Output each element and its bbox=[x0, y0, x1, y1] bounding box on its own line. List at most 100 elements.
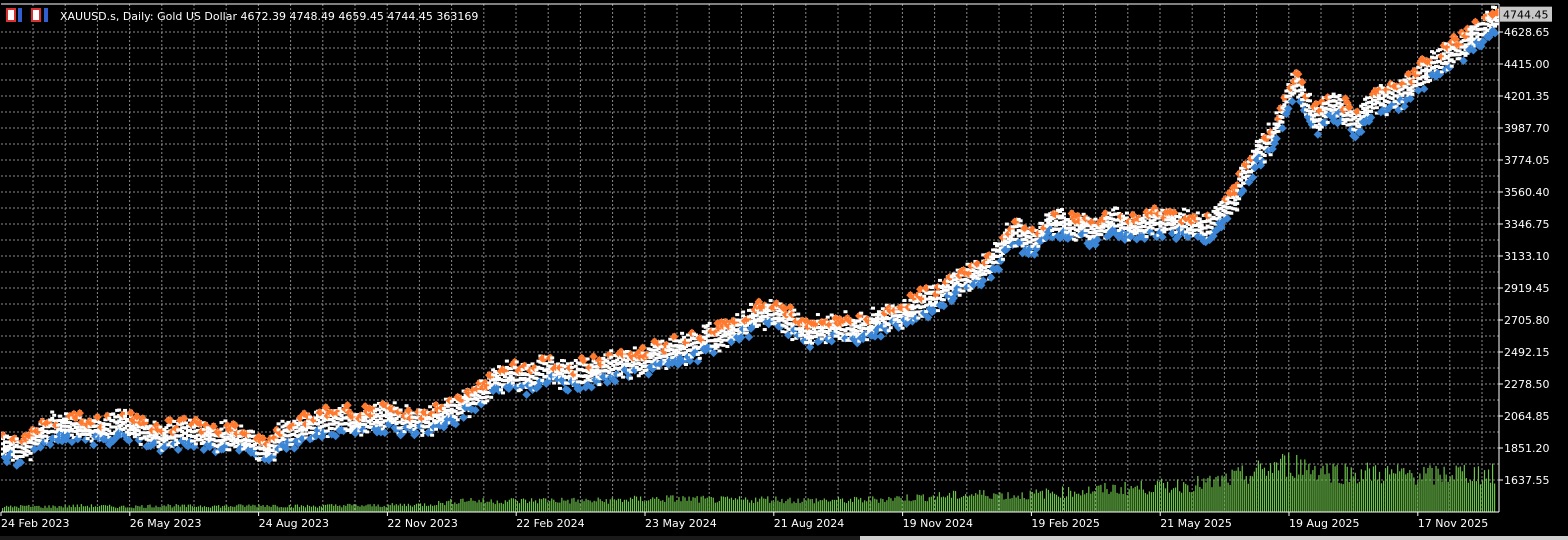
volume-bar bbox=[195, 506, 198, 512]
volume-bar bbox=[1344, 463, 1346, 512]
price-marker-body bbox=[1239, 178, 1244, 182]
price-marker-body bbox=[1237, 197, 1242, 201]
price-marker-body bbox=[191, 439, 196, 443]
volume-bar bbox=[482, 498, 484, 512]
volume-bar bbox=[738, 496, 741, 512]
volume-bar bbox=[1326, 463, 1328, 512]
volume-bar bbox=[1366, 462, 1369, 512]
price-marker-body bbox=[1365, 96, 1370, 100]
volume-bar bbox=[1376, 479, 1379, 512]
volume-bar bbox=[498, 503, 500, 512]
price-marker-body bbox=[1185, 209, 1190, 213]
volume-bar bbox=[320, 506, 323, 512]
volume-bar bbox=[1457, 467, 1459, 512]
volume-bar bbox=[1061, 486, 1064, 512]
volume-bar bbox=[1241, 465, 1243, 512]
volume-bar bbox=[1156, 480, 1159, 512]
volume-bar bbox=[817, 501, 819, 512]
volume-bar bbox=[355, 504, 357, 512]
volume-bar bbox=[569, 503, 571, 512]
volume-bar bbox=[1132, 488, 1134, 512]
volume-bar bbox=[474, 500, 476, 512]
volume-bar bbox=[373, 504, 375, 512]
volume-bar bbox=[1370, 480, 1373, 512]
volume-bar bbox=[1463, 464, 1465, 512]
volume-bar bbox=[58, 506, 60, 512]
volume-bar bbox=[1116, 492, 1118, 512]
volume-bar bbox=[1382, 480, 1385, 512]
volume-bar bbox=[209, 507, 212, 512]
volume-bar bbox=[1489, 482, 1492, 512]
volume-bar bbox=[1082, 490, 1084, 512]
volume-bar bbox=[389, 505, 391, 512]
volume-bar bbox=[127, 507, 129, 512]
volume-bar bbox=[684, 497, 686, 512]
volume-bar bbox=[464, 501, 466, 512]
volume-bar bbox=[648, 500, 650, 512]
volume-bar bbox=[1304, 459, 1306, 512]
volume-bar bbox=[236, 505, 238, 512]
price-marker-body bbox=[1276, 129, 1281, 133]
volume-bar bbox=[294, 504, 296, 512]
volume-bar bbox=[181, 504, 183, 512]
volume-bar bbox=[971, 494, 973, 512]
price-marker-body bbox=[97, 420, 102, 424]
volume-bar bbox=[952, 490, 955, 512]
price-marker-body bbox=[392, 401, 397, 405]
price-marker-body bbox=[172, 419, 177, 423]
volume-bar bbox=[248, 504, 250, 512]
volume-bar bbox=[403, 503, 405, 512]
volume-bar bbox=[884, 501, 886, 512]
price-marker-body bbox=[1115, 206, 1120, 210]
volume-bar bbox=[827, 501, 829, 512]
volume-bar bbox=[839, 499, 842, 512]
price-marker-body bbox=[621, 375, 626, 379]
volume-bar bbox=[1324, 474, 1326, 512]
volume-bar bbox=[48, 505, 50, 512]
volume-bar bbox=[1467, 482, 1469, 512]
price-marker-body bbox=[1280, 115, 1285, 119]
volume-bar bbox=[280, 506, 282, 512]
volume-bar bbox=[714, 502, 716, 512]
price-marker-body bbox=[434, 427, 439, 431]
volume-bar bbox=[732, 499, 735, 512]
price-marker-body bbox=[455, 418, 460, 422]
volume-bar bbox=[1316, 479, 1318, 512]
volume-bar bbox=[977, 494, 979, 512]
volume-bar bbox=[339, 505, 341, 512]
volume-bar bbox=[1336, 464, 1338, 512]
volume-bar bbox=[16, 506, 18, 512]
volume-bar bbox=[1170, 489, 1173, 512]
price-marker-body bbox=[430, 433, 435, 437]
volume-bar bbox=[759, 498, 761, 512]
volume-bar bbox=[1265, 475, 1268, 512]
volume-bar bbox=[292, 507, 294, 512]
volume-bar bbox=[956, 498, 959, 512]
volume-bar bbox=[512, 498, 514, 512]
volume-bar bbox=[159, 507, 161, 512]
volume-bar bbox=[1158, 481, 1161, 512]
volume-bar bbox=[78, 507, 80, 512]
volume-bar bbox=[688, 496, 690, 512]
volume-bar bbox=[997, 494, 999, 512]
volume-bar bbox=[516, 500, 519, 512]
volume-bar bbox=[375, 506, 377, 512]
price-marker-body bbox=[648, 352, 653, 356]
volume-bar bbox=[650, 499, 652, 512]
volume-bar bbox=[771, 500, 773, 512]
price-marker-body bbox=[1073, 238, 1078, 242]
volume-bar bbox=[462, 498, 464, 512]
price-marker-body bbox=[58, 414, 63, 418]
volume-bar bbox=[393, 505, 395, 512]
volume-bar bbox=[1247, 483, 1249, 512]
volume-bar bbox=[946, 495, 949, 512]
volume-bar bbox=[1102, 492, 1104, 512]
volume-bar bbox=[518, 503, 521, 512]
price-chart[interactable]: 4628.654415.004201.353987.703774.053560.… bbox=[0, 0, 1568, 540]
price-marker-body bbox=[810, 341, 815, 345]
price-marker-body bbox=[678, 347, 683, 351]
price-marker-body bbox=[609, 349, 614, 353]
volume-bar bbox=[84, 506, 86, 512]
volume-bar bbox=[468, 500, 470, 512]
volume-bar bbox=[492, 502, 494, 512]
